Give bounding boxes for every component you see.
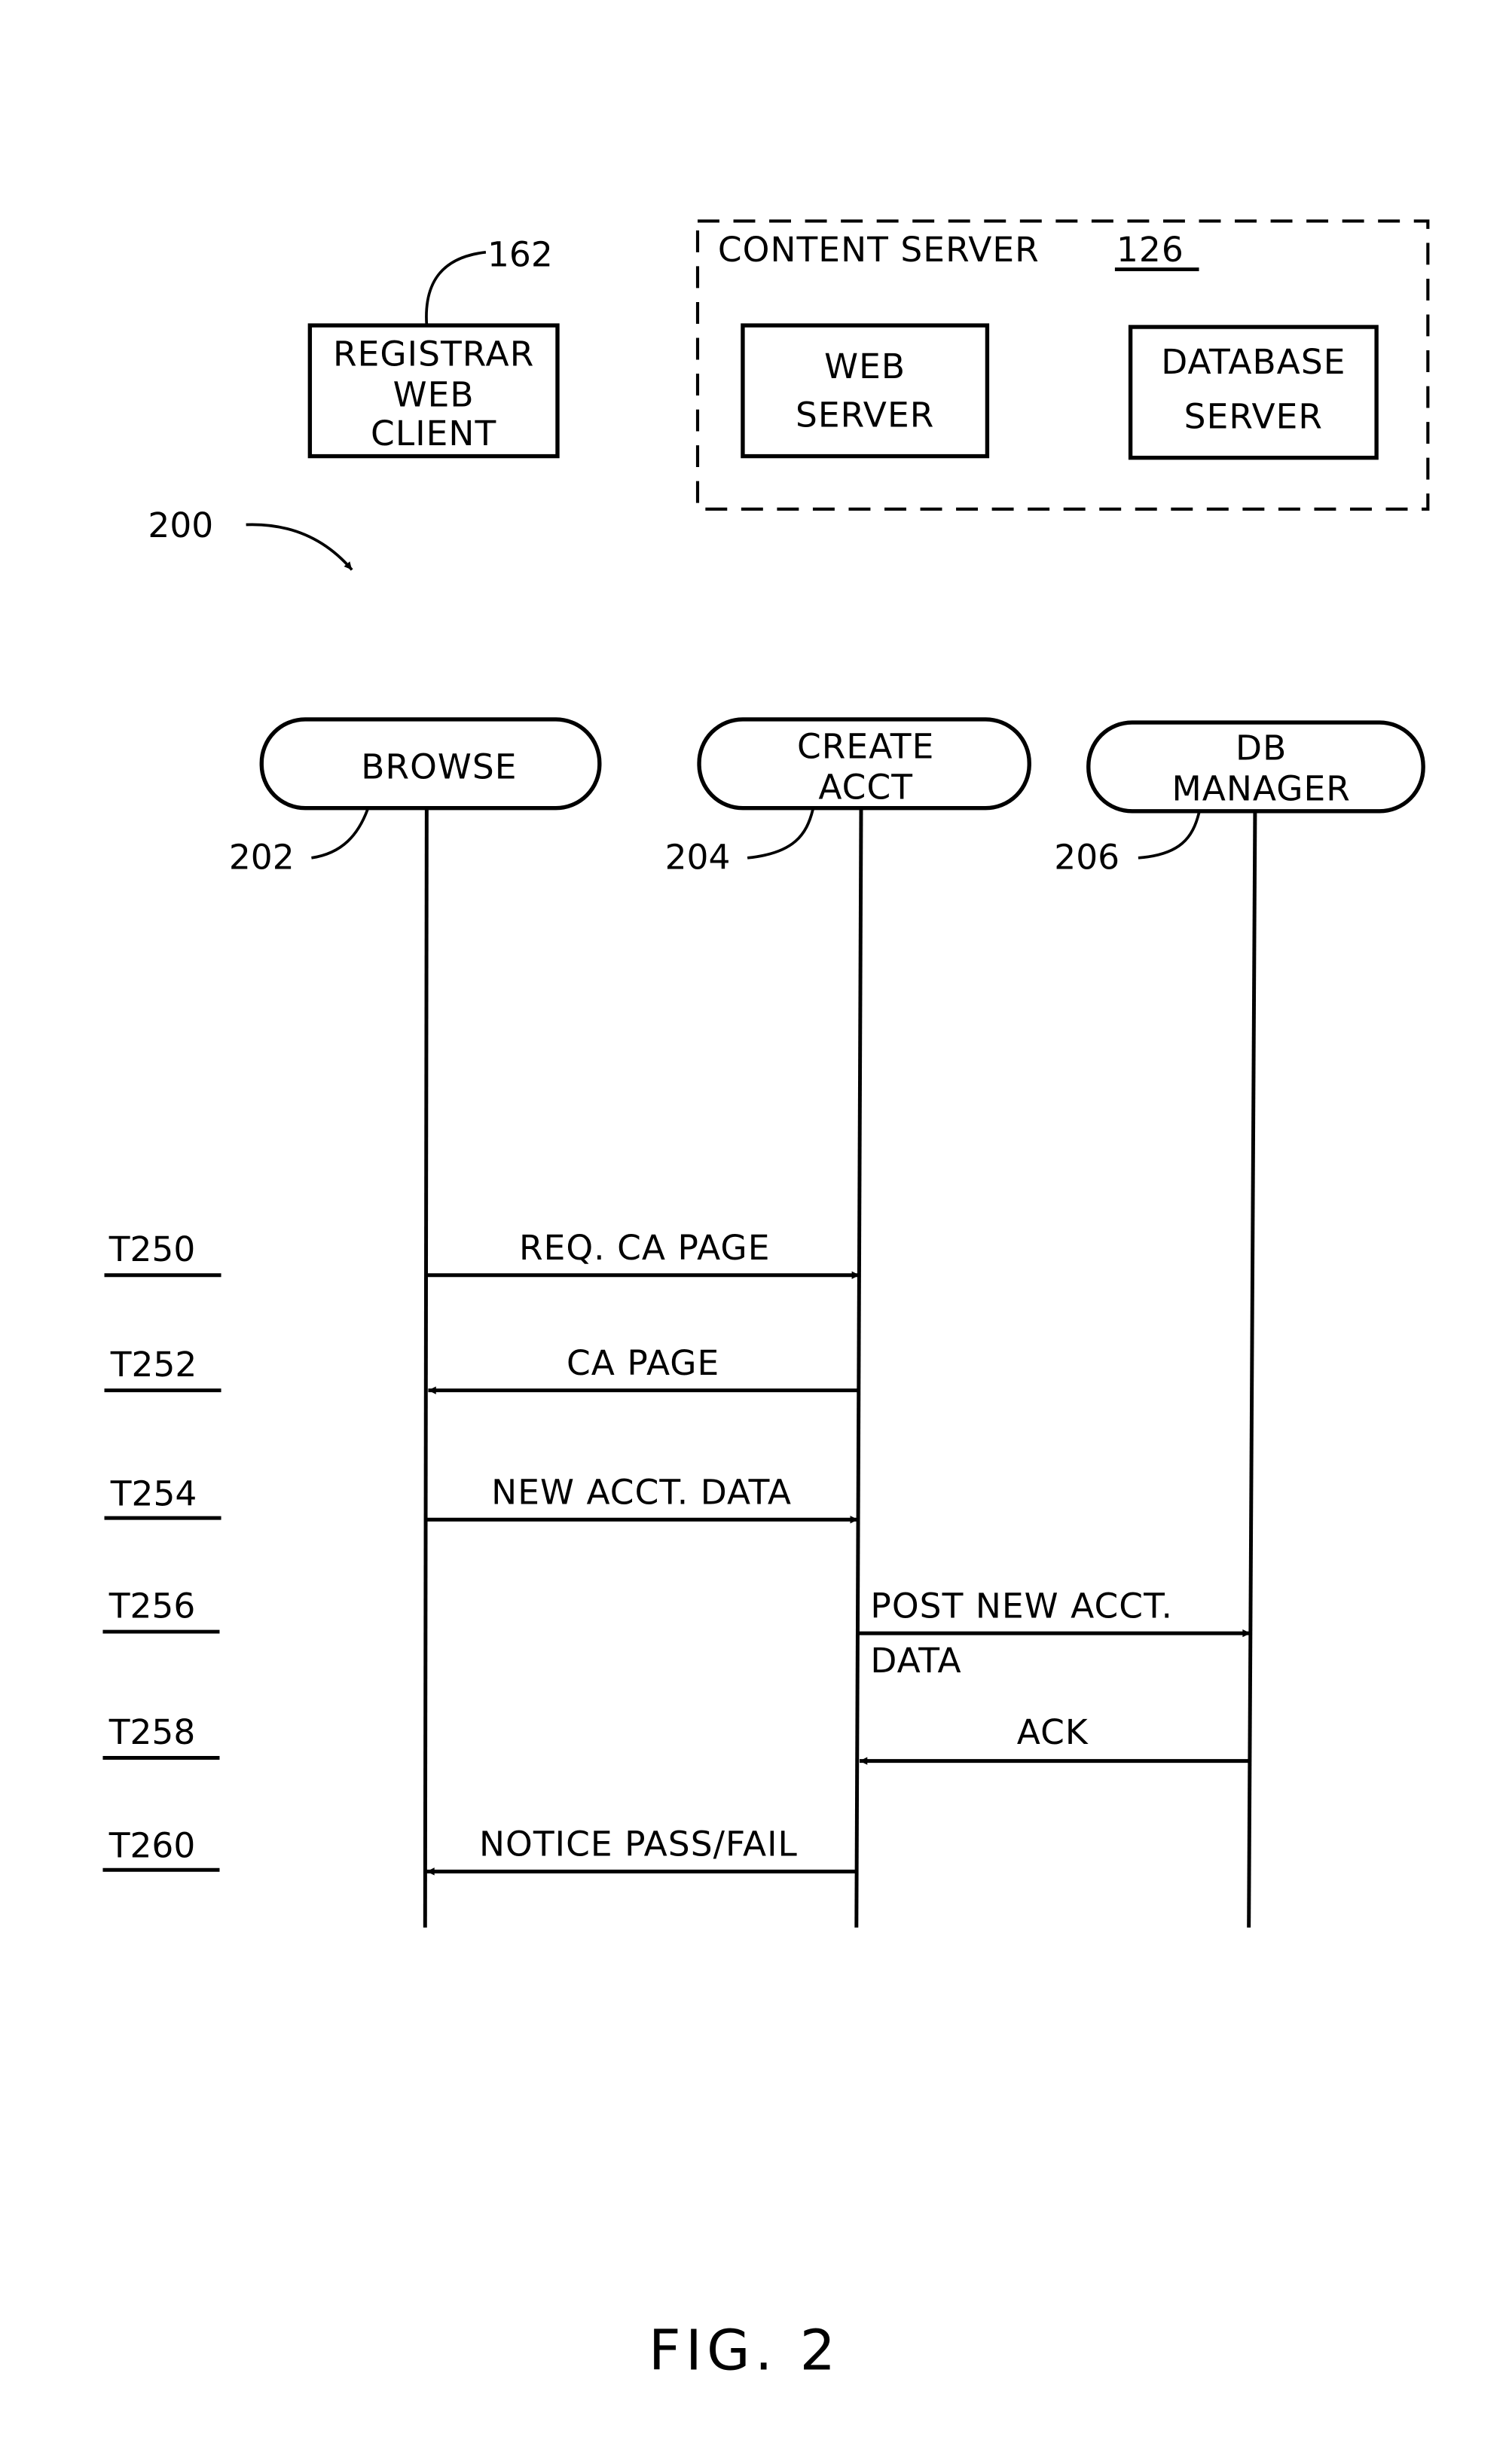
web-server-line-1: WEB <box>824 347 906 386</box>
message-label: NEW ACCT. DATA <box>491 1473 792 1513</box>
database-server-box: DATABASE SERVER <box>1128 325 1379 460</box>
time-label: T250 <box>108 1229 196 1269</box>
lifeline-create-acct-label-2: ACCT <box>818 767 913 807</box>
message-row: T260 NOTICE PASS/FAIL <box>102 1825 857 1876</box>
lifeline-browse-line <box>423 808 429 1928</box>
lifeline-create-acct: CREATE ACCT 204 <box>665 717 1031 1928</box>
time-label: T252 <box>110 1345 197 1385</box>
message-row: T252 CA PAGE <box>104 1343 860 1394</box>
diagram-ref-arrow <box>246 523 353 571</box>
message-label: ACK <box>1017 1712 1089 1752</box>
message-label: CA PAGE <box>567 1343 719 1383</box>
web-server-line-2: SERVER <box>796 395 934 435</box>
lifeline-create-acct-ref-leader <box>747 809 814 860</box>
content-server-ref: 126 <box>1116 230 1184 270</box>
content-server-title: CONTENT SERVER <box>718 230 1040 270</box>
registrar-line-3: CLIENT <box>371 414 496 453</box>
lifeline-db-manager-ref: 206 <box>1054 837 1119 877</box>
web-server-box: WEB SERVER <box>741 323 990 459</box>
message-row: T258 ACK <box>102 1712 1251 1765</box>
lifeline-browse-ref-leader <box>311 809 369 860</box>
message-label: NOTICE PASS/FAIL <box>479 1825 798 1864</box>
lifeline-db-manager-label-2: MANAGER <box>1171 768 1350 808</box>
lifeline-browse: BROWSE 202 <box>229 717 602 1928</box>
message-row: T256 POST NEW ACCT. DATA <box>102 1586 1251 1681</box>
message-row: T254 NEW ACCT. DATA <box>104 1473 858 1524</box>
database-server-line-1: DATABASE <box>1161 342 1346 382</box>
time-label: T258 <box>108 1712 196 1752</box>
time-label: T260 <box>108 1826 196 1866</box>
registrar-ref-number: 162 <box>487 234 553 274</box>
content-server-group: CONTENT SERVER 126 WEB SERVER DATABASE S… <box>695 219 1430 511</box>
message-label: REQ. CA PAGE <box>519 1228 771 1268</box>
lifeline-browse-ref: 202 <box>229 837 295 877</box>
lifeline-db-manager-ref-leader <box>1138 812 1201 860</box>
time-label: T254 <box>110 1474 197 1514</box>
database-server-line-2: SERVER <box>1184 396 1323 436</box>
lifeline-create-acct-ref: 204 <box>665 837 731 877</box>
registrar-ref-leader <box>425 250 487 326</box>
message-label: POST NEW ACCT. <box>870 1586 1173 1626</box>
lifeline-db-manager: DB MANAGER 206 <box>1054 720 1425 1928</box>
message-row: T250 REQ. CA PAGE <box>104 1228 860 1279</box>
diagram-ref-number: 200 <box>148 505 213 545</box>
lifeline-create-acct-label-1: CREATE <box>797 727 934 767</box>
registrar-line-1: REGISTRAR <box>333 334 534 374</box>
time-label: T256 <box>108 1586 196 1626</box>
figure-caption: FIG. 2 <box>649 2318 840 2383</box>
lifeline-db-manager-label-1: DB <box>1236 728 1287 768</box>
registrar-web-client-box: REGISTRAR WEB CLIENT <box>307 323 560 459</box>
message-label-continued: DATA <box>870 1641 961 1681</box>
registrar-line-2: WEB <box>393 374 475 414</box>
lifeline-browse-label: BROWSE <box>361 747 517 786</box>
sequence-diagram: REGISTRAR WEB CLIENT 162 CONTENT SERVER … <box>102 219 1430 2383</box>
